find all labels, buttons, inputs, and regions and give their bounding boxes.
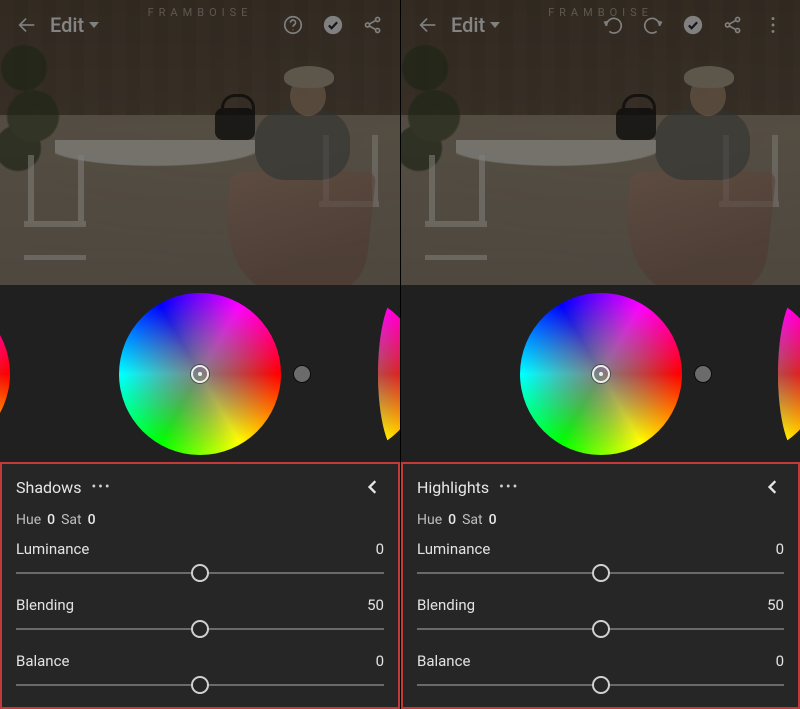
slider-luminance: Luminance 0 <box>417 540 784 584</box>
neighbor-wheel-right-icon <box>778 293 800 455</box>
color-wheel-picker[interactable] <box>592 365 610 383</box>
color-wheel[interactable] <box>119 293 281 455</box>
panel-header: Highlights ••• <box>417 476 784 498</box>
balance-label: Balance <box>417 652 470 670</box>
hue-label: Hue <box>16 512 41 528</box>
color-grading-panel-left: Shadows ••• Hue 0 Sat 0 Luminance 0 <box>0 462 400 709</box>
caret-down-icon <box>88 19 100 31</box>
color-wheel-picker[interactable] <box>191 365 209 383</box>
undo-icon[interactable] <box>596 8 630 42</box>
panel-more-icon[interactable]: ••• <box>499 479 519 495</box>
back-icon[interactable] <box>411 8 445 42</box>
accept-icon[interactable] <box>676 8 710 42</box>
balance-thumb[interactable] <box>592 676 610 694</box>
panel-header: Shadows ••• <box>16 476 384 498</box>
slider-balance: Balance 0 <box>16 652 384 696</box>
app-header-right: FRAMBOISE Edit <box>401 0 800 50</box>
edit-label: Edit <box>451 13 485 37</box>
luminance-label: Luminance <box>417 540 490 558</box>
luminance-value: 0 <box>776 540 784 558</box>
color-wheel-zone-right <box>401 285 800 462</box>
slider-balance: Balance 0 <box>417 652 784 696</box>
pane-right: FRAMBOISE Edit <box>400 0 800 709</box>
sat-label: Sat <box>61 512 82 528</box>
luminance-track[interactable] <box>417 562 784 584</box>
scene-figure <box>600 80 760 280</box>
blending-track[interactable] <box>417 618 784 640</box>
blending-label: Blending <box>417 596 475 614</box>
balance-track[interactable] <box>16 674 384 696</box>
blending-track[interactable] <box>16 618 384 640</box>
scene-figure <box>200 80 360 280</box>
help-icon[interactable] <box>276 8 310 42</box>
panel-title: Shadows <box>16 478 81 497</box>
balance-value: 0 <box>376 652 384 670</box>
pane-left: FRAMBOISE Edit <box>0 0 400 709</box>
hue-label: Hue <box>417 512 442 528</box>
luminance-thumb[interactable] <box>592 564 610 582</box>
color-wheel-zone-left <box>0 285 400 462</box>
accept-icon[interactable] <box>316 8 350 42</box>
slider-blending: Blending 50 <box>417 596 784 640</box>
neighbor-wheel-left-icon <box>0 293 10 455</box>
back-icon[interactable] <box>10 8 44 42</box>
panel-collapse-icon[interactable] <box>362 476 384 498</box>
slider-luminance: Luminance 0 <box>16 540 384 584</box>
balance-track[interactable] <box>417 674 784 696</box>
split-compare: FRAMBOISE Edit <box>0 0 800 709</box>
color-wheel-sat-knob[interactable] <box>695 366 711 382</box>
luminance-thumb[interactable] <box>191 564 209 582</box>
share-icon[interactable] <box>356 8 390 42</box>
balance-thumb[interactable] <box>191 676 209 694</box>
balance-value: 0 <box>776 652 784 670</box>
balance-label: Balance <box>16 652 69 670</box>
redo-icon[interactable] <box>636 8 670 42</box>
hue-sat-readout: Hue 0 Sat 0 <box>417 512 784 528</box>
caret-down-icon <box>489 19 501 31</box>
blending-thumb[interactable] <box>592 620 610 638</box>
blending-value: 50 <box>367 596 384 614</box>
blending-value: 50 <box>767 596 784 614</box>
overflow-icon[interactable] <box>756 8 790 42</box>
photo-preview-left[interactable]: FRAMBOISE Edit <box>0 0 400 285</box>
scene-chair-l <box>419 155 499 265</box>
sat-value: 0 <box>88 512 96 528</box>
color-wheel[interactable] <box>520 293 682 455</box>
app-header-left: FRAMBOISE Edit <box>0 0 400 50</box>
edit-menu[interactable]: Edit <box>451 13 501 37</box>
sat-value: 0 <box>489 512 497 528</box>
luminance-track[interactable] <box>16 562 384 584</box>
blending-label: Blending <box>16 596 74 614</box>
color-grading-panel-right: Highlights ••• Hue 0 Sat 0 Luminance 0 <box>401 462 800 709</box>
hue-sat-readout: Hue 0 Sat 0 <box>16 512 384 528</box>
edit-menu[interactable]: Edit <box>50 13 100 37</box>
scene-chair-l <box>18 155 98 265</box>
slider-blending: Blending 50 <box>16 596 384 640</box>
hue-value: 0 <box>448 512 456 528</box>
luminance-value: 0 <box>376 540 384 558</box>
sat-label: Sat <box>462 512 483 528</box>
hue-value: 0 <box>47 512 55 528</box>
luminance-label: Luminance <box>16 540 89 558</box>
photo-preview-right[interactable]: FRAMBOISE Edit <box>401 0 800 285</box>
panel-collapse-icon[interactable] <box>762 476 784 498</box>
panel-title: Highlights <box>417 478 489 497</box>
panel-more-icon[interactable]: ••• <box>91 479 111 495</box>
edit-label: Edit <box>50 13 84 37</box>
blending-thumb[interactable] <box>191 620 209 638</box>
color-wheel-sat-knob[interactable] <box>294 366 310 382</box>
share-icon[interactable] <box>716 8 750 42</box>
